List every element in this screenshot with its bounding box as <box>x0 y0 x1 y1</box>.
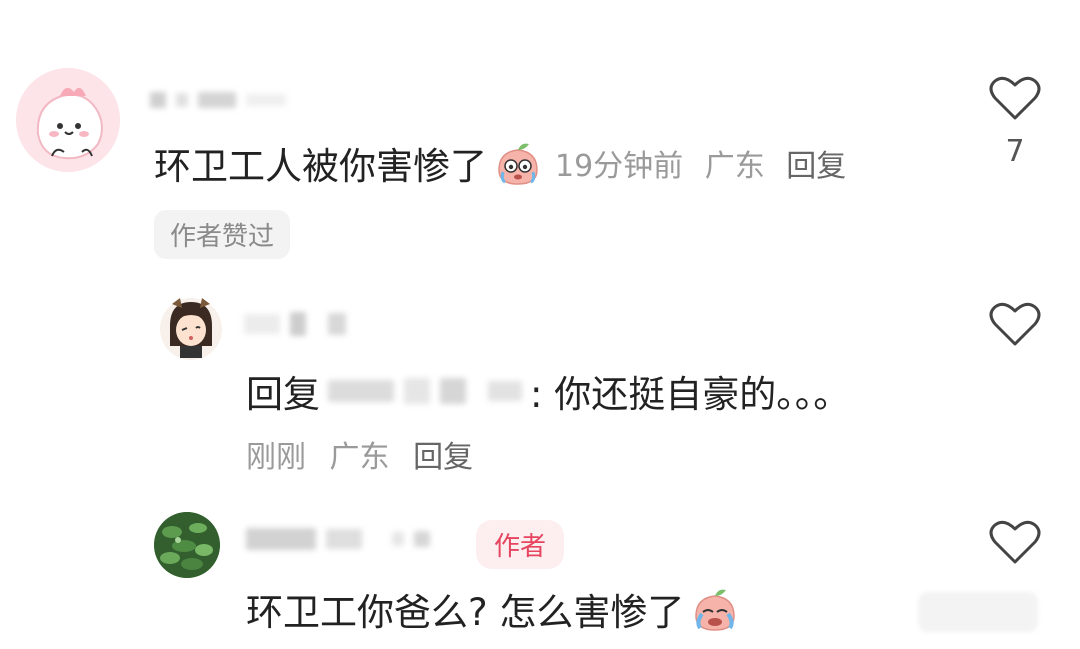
author-tag: 作者 <box>476 520 565 569</box>
comment-2-text: : 你还挺自豪的。。。 <box>530 373 851 416</box>
author-liked-badge: 作者赞过 <box>154 210 291 259</box>
commenter-1-name-blurred[interactable] <box>150 92 286 108</box>
pink-dino-avatar-icon <box>16 68 120 172</box>
crying-peach-emoji-icon <box>695 589 736 631</box>
comment-1-location: 广东 <box>704 149 765 184</box>
comment-2-time: 刚刚 <box>246 440 306 475</box>
comment-3-text: 环卫工你爸么? 怎么害惨了 <box>246 591 685 634</box>
comment-2-meta: 刚刚 广东 回复 <box>246 432 487 476</box>
comment-3-text-row: 环卫工你爸么? 怎么害惨了 <box>246 582 740 636</box>
comment-1-time: 19分钟前 <box>555 149 684 184</box>
comment-1-like-count: 7 <box>1005 134 1025 169</box>
watermark-logo <box>918 592 1038 632</box>
avatar-commenter-1[interactable] <box>16 68 120 172</box>
avatar-commenter-2[interactable] <box>160 296 222 362</box>
comment-1-text: 环卫工人被你害惨了 <box>154 145 487 188</box>
comment-2-reply-prefix: 回复 <box>246 373 320 416</box>
author-name-blurred[interactable] <box>246 528 430 550</box>
comment-2-text-row: 回复 : 你还挺自豪的。。。 <box>246 364 850 418</box>
heart-icon[interactable] <box>989 300 1041 348</box>
commenter-2-name-blurred[interactable] <box>244 312 346 336</box>
comment-1-like[interactable]: 7 <box>985 74 1045 169</box>
comment-thread: 环卫工人被你害惨了 19分钟前 广东 回复 作者赞过 7 回复: 你还挺自豪的… <box>0 0 1080 649</box>
reply-target-name-blurred[interactable] <box>328 378 522 404</box>
comment-2-like[interactable] <box>985 300 1045 352</box>
heart-icon[interactable] <box>989 74 1041 122</box>
comment-3-like[interactable] <box>985 518 1045 570</box>
heart-icon[interactable] <box>989 518 1041 566</box>
comment-2-location: 广东 <box>329 440 390 475</box>
comment-1-reply-button[interactable]: 回复 <box>786 149 846 184</box>
comment-2-reply-button[interactable]: 回复 <box>413 440 473 475</box>
comment-1-text-row: 环卫工人被你害惨了 19分钟前 广东 回复 <box>154 136 846 190</box>
green-plant-avatar-icon <box>154 512 220 578</box>
cartoon-girl-avatar-icon <box>160 298 222 360</box>
avatar-author[interactable] <box>154 512 220 578</box>
crying-peach-emoji-icon <box>498 143 538 185</box>
